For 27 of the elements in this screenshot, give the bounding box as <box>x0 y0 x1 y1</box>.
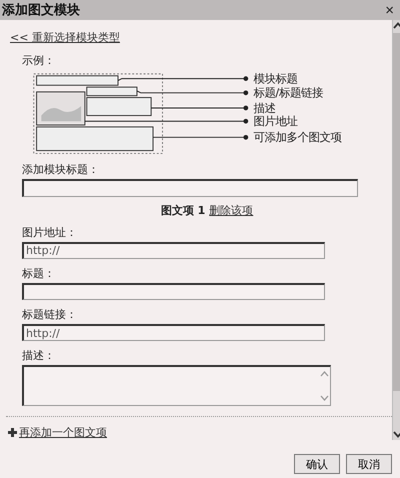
input-field[interactable] <box>22 282 325 300</box>
scroll-up-icon[interactable] <box>393 22 400 29</box>
add-item-link[interactable]: 再添加一个图文项 <box>19 425 107 440</box>
item-heading: 图文项 1 <box>160 202 206 218</box>
field-label: 图片地址： <box>22 224 77 240</box>
module-title-field[interactable] <box>22 179 358 197</box>
dialog-button[interactable]: 确认 <box>294 454 340 474</box>
callout-label: 标题/标题链接 <box>253 86 324 100</box>
dialog-button[interactable]: 取消 <box>346 454 392 474</box>
field-label: 标题： <box>22 266 55 281</box>
scroll-down-icon[interactable] <box>393 431 400 438</box>
callout-label: 描述 <box>253 100 276 115</box>
delete-item-link[interactable]: 删除该项 <box>209 202 254 218</box>
input-field[interactable]: http:// <box>22 242 325 259</box>
field-label: 添加模块标题： <box>22 162 99 178</box>
back-link[interactable]: << 重新选择模块类型 <box>10 30 120 45</box>
close-button[interactable]: × <box>385 2 394 18</box>
callout-label: 图片地址 <box>253 114 298 128</box>
window-title: 添加图文模块 <box>2 2 80 19</box>
callout-label: 可添加多个图文项 <box>253 130 342 144</box>
example-label: 示例： <box>22 53 55 68</box>
plus-icon <box>8 428 17 437</box>
callout-label: 模块标题 <box>253 72 298 86</box>
field-label: 标题链接： <box>22 306 77 322</box>
scrollbar[interactable] <box>392 20 400 440</box>
input-field[interactable]: http:// <box>22 324 325 342</box>
field-label: 描述： <box>22 348 55 364</box>
